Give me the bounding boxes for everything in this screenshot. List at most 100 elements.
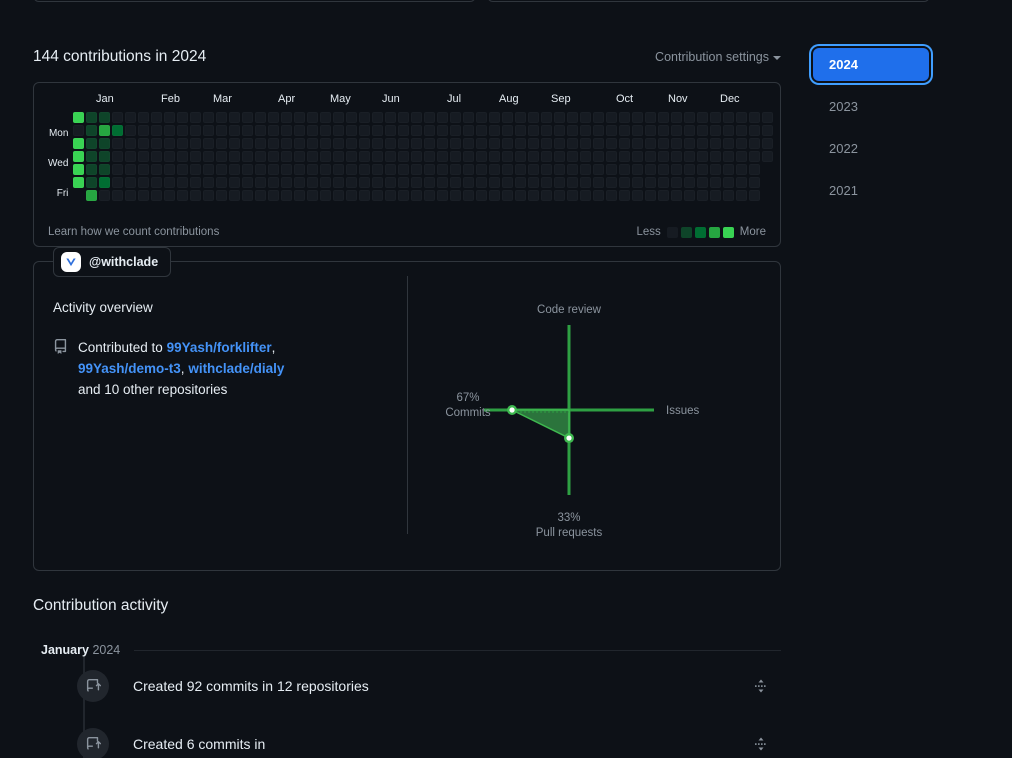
- calendar-day-cell[interactable]: [281, 177, 293, 188]
- calendar-day-cell[interactable]: [606, 125, 618, 136]
- calendar-day-cell[interactable]: [411, 190, 423, 201]
- calendar-day-cell[interactable]: [697, 151, 709, 162]
- learn-contributions-link[interactable]: Learn how we count contributions: [48, 226, 219, 238]
- calendar-day-cell[interactable]: [658, 112, 670, 123]
- calendar-day-cell[interactable]: [619, 190, 631, 201]
- calendar-day-cell[interactable]: [463, 164, 475, 175]
- calendar-day-cell[interactable]: [398, 112, 410, 123]
- calendar-day-cell[interactable]: [320, 151, 332, 162]
- calendar-day-cell[interactable]: [684, 164, 696, 175]
- calendar-day-cell[interactable]: [606, 112, 618, 123]
- calendar-day-cell[interactable]: [671, 112, 683, 123]
- year-button-2023[interactable]: 2023: [813, 90, 929, 123]
- calendar-day-cell[interactable]: [723, 164, 735, 175]
- calendar-day-cell[interactable]: [281, 125, 293, 136]
- calendar-day-cell[interactable]: [112, 190, 124, 201]
- calendar-day-cell[interactable]: [606, 138, 618, 149]
- calendar-day-cell[interactable]: [437, 190, 449, 201]
- calendar-day-cell[interactable]: [255, 112, 267, 123]
- calendar-day-cell[interactable]: [489, 138, 501, 149]
- calendar-day-cell[interactable]: [164, 190, 176, 201]
- calendar-day-cell[interactable]: [463, 177, 475, 188]
- calendar-day-cell[interactable]: [697, 125, 709, 136]
- calendar-day-cell[interactable]: [333, 151, 345, 162]
- calendar-day-cell[interactable]: [684, 125, 696, 136]
- calendar-day-cell[interactable]: [658, 138, 670, 149]
- calendar-day-cell[interactable]: [385, 112, 397, 123]
- calendar-day-cell[interactable]: [190, 112, 202, 123]
- calendar-day-cell[interactable]: [645, 190, 657, 201]
- calendar-day-cell[interactable]: [424, 151, 436, 162]
- calendar-day-cell[interactable]: [359, 112, 371, 123]
- calendar-day-cell[interactable]: [190, 177, 202, 188]
- calendar-day-cell[interactable]: [281, 151, 293, 162]
- calendar-day-cell[interactable]: [216, 190, 228, 201]
- calendar-day-cell[interactable]: [320, 125, 332, 136]
- calendar-day-cell[interactable]: [359, 151, 371, 162]
- calendar-day-cell[interactable]: [229, 177, 241, 188]
- calendar-day-cell[interactable]: [658, 177, 670, 188]
- calendar-day-cell[interactable]: [398, 125, 410, 136]
- calendar-day-cell[interactable]: [177, 112, 189, 123]
- calendar-day-cell[interactable]: [151, 138, 163, 149]
- calendar-day-cell[interactable]: [385, 164, 397, 175]
- calendar-day-cell[interactable]: [320, 112, 332, 123]
- calendar-day-cell[interactable]: [138, 125, 150, 136]
- calendar-day-cell[interactable]: [671, 138, 683, 149]
- calendar-day-cell[interactable]: [203, 112, 215, 123]
- calendar-day-cell[interactable]: [268, 190, 280, 201]
- calendar-day-cell[interactable]: [73, 151, 85, 162]
- calendar-day-cell[interactable]: [580, 190, 592, 201]
- calendar-day-cell[interactable]: [242, 125, 254, 136]
- calendar-day-cell[interactable]: [346, 151, 358, 162]
- calendar-day-cell[interactable]: [515, 190, 527, 201]
- calendar-day-cell[interactable]: [164, 164, 176, 175]
- calendar-day-cell[interactable]: [203, 138, 215, 149]
- repo-link-3[interactable]: withclade/dialy: [188, 361, 284, 376]
- calendar-day-cell[interactable]: [554, 151, 566, 162]
- calendar-day-cell[interactable]: [112, 177, 124, 188]
- calendar-day-cell[interactable]: [294, 177, 306, 188]
- calendar-day-cell[interactable]: [242, 151, 254, 162]
- calendar-day-cell[interactable]: [320, 138, 332, 149]
- calendar-day-cell[interactable]: [86, 112, 98, 123]
- calendar-day-cell[interactable]: [515, 151, 527, 162]
- calendar-day-cell[interactable]: [502, 125, 514, 136]
- calendar-day-cell[interactable]: [710, 138, 722, 149]
- calendar-day-cell[interactable]: [515, 177, 527, 188]
- calendar-day-cell[interactable]: [671, 177, 683, 188]
- year-button-2021[interactable]: 2021: [813, 174, 929, 207]
- calendar-day-cell[interactable]: [229, 125, 241, 136]
- calendar-day-cell[interactable]: [99, 177, 111, 188]
- calendar-day-cell[interactable]: [463, 151, 475, 162]
- calendar-day-cell[interactable]: [359, 138, 371, 149]
- calendar-day-cell[interactable]: [99, 190, 111, 201]
- calendar-day-cell[interactable]: [424, 112, 436, 123]
- calendar-day-cell[interactable]: [476, 125, 488, 136]
- calendar-day-cell[interactable]: [567, 138, 579, 149]
- calendar-day-cell[interactable]: [411, 125, 423, 136]
- calendar-day-cell[interactable]: [515, 112, 527, 123]
- calendar-day-cell[interactable]: [671, 190, 683, 201]
- calendar-day-cell[interactable]: [229, 112, 241, 123]
- calendar-day-cell[interactable]: [177, 138, 189, 149]
- calendar-day-cell[interactable]: [554, 164, 566, 175]
- calendar-day-cell[interactable]: [216, 138, 228, 149]
- calendar-day-cell[interactable]: [762, 138, 774, 149]
- calendar-day-cell[interactable]: [125, 164, 137, 175]
- calendar-day-cell[interactable]: [567, 125, 579, 136]
- calendar-day-cell[interactable]: [450, 190, 462, 201]
- calendar-day-cell[interactable]: [437, 164, 449, 175]
- calendar-day-cell[interactable]: [268, 138, 280, 149]
- calendar-day-cell[interactable]: [151, 177, 163, 188]
- calendar-day-cell[interactable]: [437, 112, 449, 123]
- calendar-day-cell[interactable]: [86, 190, 98, 201]
- calendar-day-cell[interactable]: [333, 138, 345, 149]
- calendar-day-cell[interactable]: [411, 177, 423, 188]
- calendar-day-cell[interactable]: [320, 177, 332, 188]
- calendar-day-cell[interactable]: [125, 177, 137, 188]
- calendar-day-cell[interactable]: [138, 177, 150, 188]
- calendar-day-cell[interactable]: [112, 112, 124, 123]
- calendar-day-cell[interactable]: [684, 151, 696, 162]
- calendar-day-cell[interactable]: [502, 138, 514, 149]
